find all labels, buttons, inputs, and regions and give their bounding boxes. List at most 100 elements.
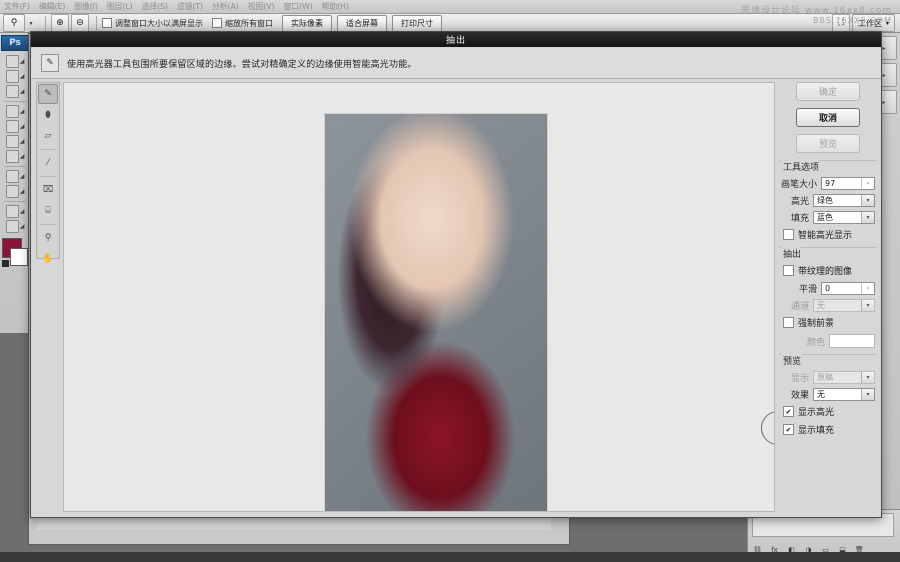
menu-item-image[interactable]: 图像(I) (74, 1, 98, 12)
channel-value: 无 (817, 301, 825, 310)
cancel-button[interactable]: 取消 (796, 108, 860, 127)
smooth-stepper-icon[interactable]: › (861, 283, 874, 294)
workspace-label: 工作区 (857, 18, 882, 28)
brush-size-value: 97 (825, 179, 836, 188)
textured-image-row[interactable]: 带纹理的图像 (783, 264, 877, 277)
checkbox-zoom-all-windows[interactable]: 缩放所有窗口 (212, 18, 273, 29)
brush-size-row: 画笔大小 97 › (779, 177, 877, 190)
fill-value: 蓝色 (817, 213, 833, 222)
menu-item-analysis[interactable]: 分析(A) (212, 1, 239, 12)
checkbox-zoom-all-windows-box[interactable] (212, 18, 222, 28)
blur-tool[interactable]: ◢ (0, 149, 30, 164)
active-tool-zoom-icon[interactable]: ⚲ (3, 14, 25, 32)
show-highlight-checkbox[interactable]: ✔ (783, 406, 794, 417)
notes-tool[interactable]: ◢ (0, 204, 30, 219)
print-size-button[interactable]: 打印尺寸 (392, 14, 442, 32)
dialog-edge-touchup-tool[interactable]: ⌸ (38, 201, 58, 221)
tool-options-group: 工具选项 画笔大小 97 › 高光 绿色 ▾ 填充 蓝色 ▾ 智能高光显示 (779, 160, 877, 241)
dialog-title-bar[interactable]: 抽出 (31, 32, 881, 47)
checkbox-zoom-all-windows-label: 缩放所有窗口 (225, 18, 273, 28)
effect-select[interactable]: 无 ▾ (813, 388, 875, 401)
smooth-input[interactable]: 0 › (821, 282, 875, 295)
tool-options-title: 工具选项 (781, 160, 820, 173)
dialog-fill-tool[interactable]: ⬮ (38, 105, 58, 125)
show-value: 原稿 (817, 373, 833, 382)
toolbox-divider-1 (4, 101, 26, 102)
show-fill-checkbox[interactable]: ✔ (783, 424, 794, 435)
textured-image-checkbox[interactable] (783, 265, 794, 276)
smart-highlight-row[interactable]: 智能高光显示 (783, 228, 877, 241)
checkbox-resize-windows-box[interactable] (102, 18, 112, 28)
tool-preset-chevron-down-icon[interactable]: ▾ (26, 20, 36, 27)
background-color-swatch[interactable] (10, 248, 28, 266)
chevron-down-icon[interactable]: ▾ (861, 300, 874, 311)
highlight-select[interactable]: 绿色 ▾ (813, 194, 875, 207)
dialog-preview-canvas[interactable] (63, 82, 775, 512)
force-color-swatch[interactable] (829, 334, 875, 348)
preview-button[interactable]: 预览 (796, 134, 860, 153)
show-fill-row[interactable]: ✔ 显示填充 (783, 423, 877, 436)
actual-pixels-button[interactable]: 实际像素 (282, 14, 332, 32)
brush-size-stepper-icon[interactable]: › (861, 178, 874, 189)
dialog-eyedropper-tool[interactable]: ⁄ (38, 153, 58, 173)
chevron-down-icon[interactable]: ▾ (861, 195, 874, 206)
crop-tool[interactable]: ◢ (0, 84, 30, 99)
eraser-tool[interactable]: ◢ (0, 134, 30, 149)
fill-select[interactable]: 蓝色 ▾ (813, 211, 875, 224)
dialog-zoom-tool[interactable]: ⚲ (38, 228, 58, 248)
dialog-highlighter-tool[interactable]: ✎ (38, 84, 58, 104)
dialog-hand-tool[interactable]: ✋ (38, 249, 58, 269)
lasso-tool[interactable]: ◢ (0, 69, 30, 84)
hand-tool[interactable]: ◢ (0, 219, 30, 234)
brush-cursor-circle (761, 411, 774, 445)
menu-item-help[interactable]: 帮助(H) (322, 1, 349, 12)
show-label: 显示 (790, 374, 809, 384)
menu-item-view[interactable]: 视图(V) (248, 1, 275, 12)
toolbox-divider-3 (4, 201, 26, 202)
highlight-label: 高光 (790, 197, 809, 207)
effect-label: 效果 (790, 391, 809, 401)
fill-row: 填充 蓝色 ▾ (779, 211, 877, 224)
fit-screen-button[interactable]: 适合屏幕 (337, 14, 387, 32)
clone-stamp-tool[interactable]: ◢ (0, 119, 30, 134)
ok-button[interactable]: 确定 (796, 82, 860, 101)
force-foreground-row[interactable]: 强制前景 (783, 316, 877, 329)
bridge-icon[interactable]: ⛶ (831, 14, 850, 32)
chevron-down-icon[interactable]: ▾ (861, 372, 874, 383)
dodge-tool[interactable]: ◢ (0, 169, 30, 184)
menu-item-select[interactable]: 选择(S) (141, 1, 168, 12)
checkbox-resize-windows[interactable]: 调整窗口大小以满屏显示 (102, 18, 203, 29)
force-color-label: 颜色 (806, 337, 825, 348)
force-foreground-checkbox[interactable] (783, 317, 794, 328)
zoom-in-icon[interactable]: ⊕ (51, 14, 69, 32)
menu-item-file[interactable]: 文件(F) (4, 1, 30, 12)
show-select[interactable]: 原稿 ▾ (813, 371, 875, 384)
marquee-tool[interactable]: ◢ (0, 54, 30, 69)
zoom-out-icon[interactable]: ⊖ (71, 14, 89, 32)
dialog-toolbox: ✎ ⬮ ▱ ⁄ ⌧ ⌸ ⚲ ✋ (36, 82, 60, 264)
dialog-eraser-tool[interactable]: ▱ (38, 126, 58, 146)
channel-row: 通道 无 ▾ (779, 299, 877, 312)
channel-select[interactable]: 无 ▾ (813, 299, 875, 312)
show-highlight-row[interactable]: ✔ 显示高光 (783, 405, 877, 418)
dialog-cleanup-tool[interactable]: ⌧ (38, 180, 58, 200)
highlighter-icon: ✎ (41, 54, 59, 72)
brush-size-label: 画笔大小 (780, 180, 817, 190)
default-colors-icon[interactable] (2, 260, 9, 267)
chevron-down-icon: ▾ (885, 19, 889, 27)
menu-item-window[interactable]: 窗口(W) (283, 1, 312, 12)
chevron-down-icon[interactable]: ▾ (861, 212, 874, 223)
menu-item-edit[interactable]: 编辑(E) (39, 1, 65, 12)
path-selection-tool[interactable]: ◢ (0, 184, 30, 199)
options-bar-right-group: ⛶ 工作区 ▾ (831, 14, 897, 32)
effect-value: 无 (817, 390, 825, 399)
chevron-down-icon[interactable]: ▾ (861, 389, 874, 400)
smart-highlight-checkbox[interactable] (783, 229, 794, 240)
brush-size-input[interactable]: 97 › (821, 177, 875, 190)
menu-item-filter[interactable]: 滤镜(T) (177, 1, 203, 12)
workspace-button[interactable]: 工作区 ▾ (851, 14, 895, 32)
color-swatches[interactable] (2, 238, 28, 268)
healing-brush-tool[interactable]: ◢ (0, 104, 30, 119)
menu-item-layer[interactable]: 图层(L) (107, 1, 133, 12)
textured-image-label: 带纹理的图像 (798, 267, 853, 277)
